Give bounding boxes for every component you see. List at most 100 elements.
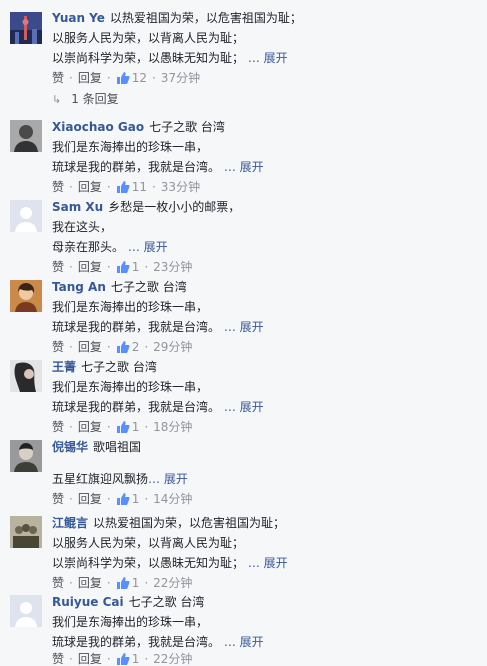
comment-text-line: 琉球是我的群弟，我就是台湾。 … 展开 [52,397,481,417]
comment-author[interactable]: 倪锡华 [52,440,88,454]
like-count[interactable]: 11 [132,180,147,194]
woman-portrait-avatar[interactable] [10,280,42,312]
reply-button[interactable]: 回复 [78,71,102,85]
separator: · [106,576,111,590]
comment-author[interactable]: Tang An [52,280,106,294]
separator: · [106,492,111,506]
separator: · [69,71,73,85]
like-thumb-icon [116,653,130,665]
replies-count[interactable]: 1 条回复 [71,92,118,106]
separator: · [144,652,149,666]
see-more-link[interactable]: 展开 [264,556,288,570]
view-replies[interactable]: ↳ 1 条回复 [52,90,119,107]
see-more-link[interactable]: 展开 [264,51,288,65]
see-more-link[interactable]: 展开 [240,160,264,174]
comment-text-line: 我们是东海捧出的珍珠一串， [52,140,209,154]
comment-actions: 赞 · 回复 · 2 · 29分钟 [52,337,481,357]
reply-button[interactable]: 回复 [78,492,102,506]
ellipsis: … [247,51,260,65]
timestamp[interactable]: 23分钟 [153,260,192,274]
like-count[interactable]: 1 [132,576,140,590]
separator: · [106,652,111,666]
timestamp[interactable]: 14分钟 [153,492,192,506]
see-more-link[interactable]: 展开 [240,400,264,414]
comment-text-line: 琉球是我的群弟，我就是台湾。 … 展开 [52,317,481,337]
like-count[interactable]: 1 [132,420,140,434]
timestamp[interactable]: 22分钟 [153,652,192,666]
like-button[interactable]: 赞 [52,576,64,590]
reply-button[interactable]: 回复 [78,260,102,274]
timestamp[interactable]: 22分钟 [153,576,192,590]
reply-button[interactable]: 回复 [78,652,102,666]
see-more-link[interactable]: 展开 [144,240,168,254]
reply-button[interactable]: 回复 [78,340,102,354]
reply-button[interactable]: 回复 [78,180,102,194]
comment-author[interactable]: 江鲲言 [52,516,88,530]
comment-text-line: 我们是东海捧出的珍珠一串， [52,380,209,394]
like-thumb-icon [116,261,130,273]
comment-text-line: 母亲在那头。 … 展开 [52,237,481,257]
comment-text-line: Tang An 七子之歌 台湾 [52,277,481,297]
comment-text-line: Yuan Ye 以热爱祖国为荣，以危害祖国为耻； [52,8,481,28]
comment-actions: 赞 · 回复 · 11 · 33分钟 [52,177,481,197]
group-portrait-avatar[interactable] [10,516,42,548]
comment-text-line: 以崇尚科学为荣，以愚昧无知为耻； … 展开 [52,48,481,68]
see-more-link[interactable]: 展开 [164,472,188,486]
timestamp[interactable]: 29分钟 [153,340,192,354]
comment-actions: 赞 · 回复 · 1 · 23分钟 [52,257,481,277]
like-button[interactable]: 赞 [52,420,64,434]
ellipsis: … [223,400,236,414]
comment-body: Ruiyue Cai 七子之歌 台湾 我们是东海捧出的珍珠一串， 琉球是我的群弟，… [52,592,481,666]
city-skyline-avatar[interactable] [10,12,42,44]
see-more-link[interactable]: 展开 [240,320,264,334]
separator: · [151,71,156,85]
comment-text: 以热爱祖国为荣，以危害祖国为耻； [109,11,302,25]
comment-text: 琉球是我的群弟，我就是台湾。 [52,635,221,649]
like-button[interactable]: 赞 [52,260,64,274]
timestamp[interactable]: 33分钟 [161,180,200,194]
person-portrait-avatar[interactable] [10,120,42,152]
reply-button[interactable]: 回复 [78,576,102,590]
see-more-link[interactable]: 展开 [240,635,264,649]
separator: · [69,652,73,666]
like-button[interactable]: 赞 [52,492,64,506]
comment-text-line: 我在这头， [52,220,113,234]
comment-author[interactable]: 王菁 [52,360,76,374]
like-count[interactable]: 1 [132,492,140,506]
comment-body: Xiaochao Gao 七子之歌 台湾 我们是东海捧出的珍珠一串， 琉球是我的群… [52,117,481,197]
comment-body: 江鲲言 以热爱祖国为荣，以危害祖国为耻； 以服务人民为荣，以背离人民为耻； 以崇尚… [52,513,481,593]
like-button[interactable]: 赞 [52,71,64,85]
default-avatar[interactable] [10,200,42,232]
portrait-avatar[interactable] [10,440,42,472]
like-count[interactable]: 1 [132,260,140,274]
comment-text-line: 琉球是我的群弟，我就是台湾。 … 展开 [52,632,481,652]
timestamp[interactable]: 37分钟 [161,71,200,85]
timestamp[interactable]: 18分钟 [153,420,192,434]
ellipsis: … [223,635,236,649]
like-button[interactable]: 赞 [52,340,64,354]
separator: · [144,492,149,506]
reply-button[interactable]: 回复 [78,420,102,434]
like-thumb-icon [116,72,130,84]
comment-author[interactable]: Sam Xu [52,200,103,214]
separator: · [144,420,149,434]
comment-author[interactable]: Ruiyue Cai [52,595,124,609]
comment-author[interactable]: Xiaochao Gao [52,120,144,134]
comment-text-line: 我们是东海捧出的珍珠一串， [52,615,209,629]
comment-author[interactable]: Yuan Ye [52,11,105,25]
separator: · [106,420,111,434]
like-thumb-icon [116,181,130,193]
like-button[interactable]: 赞 [52,180,64,194]
like-count[interactable]: 1 [132,652,140,666]
default-avatar[interactable] [10,595,42,627]
separator: · [69,576,73,590]
like-count[interactable]: 12 [132,71,147,85]
comment-text-line: 以服务人民为荣，以背离人民为耻； [52,536,245,550]
like-thumb-icon [116,493,130,505]
like-count[interactable]: 2 [132,340,140,354]
comment-text: 乡愁是一枚小小的邮票， [108,200,241,214]
comment-text: 七子之歌 台湾 [81,360,157,374]
woman-profile-avatar[interactable] [10,360,42,392]
like-button[interactable]: 赞 [52,652,64,666]
comment-text-line: Ruiyue Cai 七子之歌 台湾 [52,592,481,612]
